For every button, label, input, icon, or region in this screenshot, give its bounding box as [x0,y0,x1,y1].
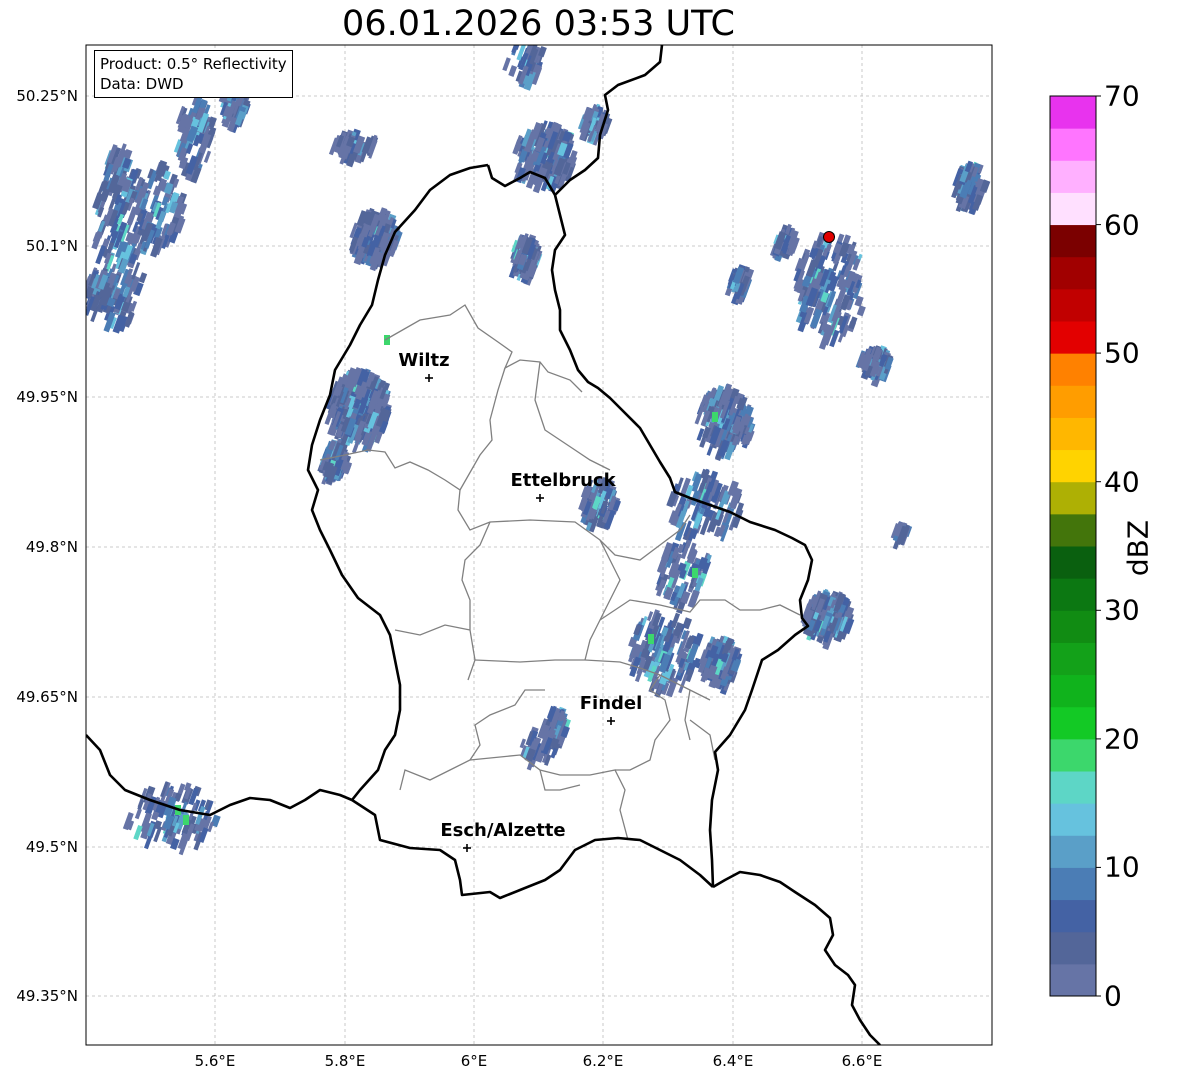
colorbar-swatch [1050,449,1096,483]
radar-echo-cell [134,808,142,820]
lon-label: 6.4°E [712,1052,754,1070]
colorbar-swatch [1050,771,1096,804]
lat-label: 49.95°N [16,388,78,406]
colorbar-swatch [1050,899,1096,933]
lat-label: 50.1°N [25,237,78,255]
product-label: Product: 0.5° Reflectivity [100,55,287,73]
colorbar-tick-label: 10 [1104,850,1140,884]
colorbar-swatch [1050,288,1096,322]
radar-map [85,44,1101,1046]
lat-label: 49.65°N [16,688,78,706]
colorbar-swatch [1050,867,1096,901]
colorbar-tick-label: 0 [1104,979,1122,1013]
colorbar-swatch [1050,835,1096,868]
colorbar [1050,96,1096,997]
colorbar-swatch [1050,578,1096,611]
lon-label: 6.2°E [582,1052,624,1070]
city-marker-ettelbruck [536,494,544,502]
radar-echo-core [712,412,718,422]
colorbar-swatch [1050,192,1096,226]
gridlines [86,45,992,1045]
colorbar-unit-label: dBZ [1121,519,1155,577]
lat-label: 49.35°N [16,987,78,1005]
lon-label: 5.8°E [324,1052,366,1070]
colorbar-swatch [1050,706,1096,740]
data-source-label: Data: DWD [100,75,184,93]
colorbar-tick-label: 60 [1104,208,1140,242]
colorbar-swatch [1050,963,1096,997]
radar-echo-cell [133,825,143,841]
colorbar-swatch [1050,931,1096,965]
radar-echo-cell [856,305,866,317]
product-info-box: Product: 0.5° Reflectivity Data: DWD [94,50,293,98]
radar-echo-core [183,815,189,825]
colorbar-swatch [1050,256,1096,290]
lat-label: 49.5°N [25,838,78,856]
lon-label: 5.6°E [194,1052,236,1070]
radar-site-marker [823,231,835,243]
colorbar-swatch [1050,224,1096,258]
colorbar-ticks [1096,95,1101,997]
radar-echo-cell [502,57,511,72]
city-label-esch-alzette: Esch/Alzette [440,820,566,841]
colorbar-swatch [1050,738,1096,772]
colorbar-swatch [1050,321,1096,354]
colorbar-tick-label: 30 [1104,593,1140,627]
lon-label: 6°E [460,1052,488,1070]
colorbar-swatch [1050,803,1096,836]
colorbar-tick-label: 40 [1104,465,1140,499]
radar-echo-cell [138,272,148,284]
colorbar-swatch [1050,96,1096,129]
national-borders [86,45,881,1045]
radar-echoes [86,45,991,856]
colorbar-swatch [1050,610,1096,643]
colorbar-swatch [1050,642,1096,676]
city-label-wiltz: Wiltz [398,350,450,371]
colorbar-swatch [1050,128,1096,161]
city-label-ettelbruck: Ettelbruck [510,470,616,491]
colorbar-swatch [1050,674,1096,708]
radar-echo-cell [508,65,518,77]
colorbar-swatch [1050,513,1096,547]
radar-echo-cell [687,589,700,609]
city-markers [425,374,615,852]
colorbar-swatch [1050,417,1096,451]
city-marker-wiltz [425,374,433,382]
colorbar-swatch [1050,385,1096,418]
colorbar-swatch [1050,353,1096,386]
lat-label: 49.8°N [25,538,78,556]
radar-echo-core [384,335,390,345]
city-marker-findel [607,717,615,725]
radar-echo-core [692,568,698,578]
radar-echo-core [648,634,654,644]
map-frame [85,44,993,1046]
city-label-findel: Findel [579,693,643,714]
lon-label: 6.6°E [841,1052,883,1070]
radar-echo-cell [677,477,684,487]
lat-label: 50.25°N [16,87,78,105]
colorbar-swatch [1050,481,1096,515]
colorbar-swatch [1050,160,1096,193]
colorbar-tick-label: 20 [1104,722,1140,756]
colorbar-tick-label: 70 [1104,79,1140,113]
colorbar-swatch [1050,546,1096,579]
colorbar-tick-label: 50 [1104,336,1140,370]
city-marker-esch [463,844,471,852]
